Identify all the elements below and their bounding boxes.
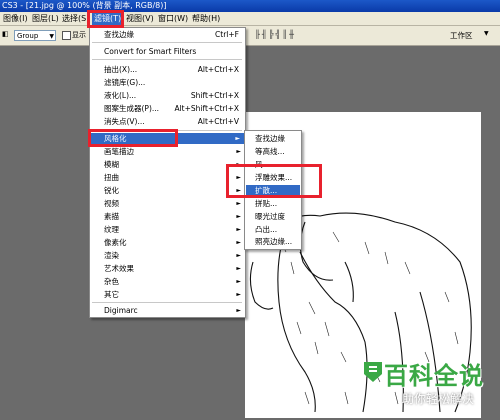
options-bar: ◧ Group ▼ 显示 ╟╢╠╣║╫ 工作区 ▼: [0, 26, 500, 46]
chevron-right-icon: ►: [236, 278, 241, 285]
watermark-subtitle: 助你轻松解决: [402, 392, 475, 406]
chevron-right-icon: ►: [236, 252, 241, 259]
menu-separator: [92, 302, 242, 303]
watermark: 百科全说 助你轻松解决: [360, 356, 500, 418]
filter-menu-item-distort[interactable]: 扭曲 ►: [90, 172, 245, 183]
annotation-box-filter-menu: [87, 10, 124, 28]
filter-menu-item-liquify[interactable]: 液化(L)... Shift+Ctrl+X: [90, 90, 245, 101]
filter-menu-item-pixelate[interactable]: 像素化 ►: [90, 237, 245, 248]
window-title-bar: CS3 - [21.jpg @ 100% (背景 副本, RGB/8)]: [0, 0, 500, 12]
filter-menu-item-brush-strokes[interactable]: 画笔描边 ►: [90, 146, 245, 157]
stylize-item-glowing-edges[interactable]: 照亮边缘...: [245, 236, 301, 247]
filter-menu-item-digimarc[interactable]: Digimarc ►: [90, 305, 245, 316]
stylize-item-solarize[interactable]: 曝光过度: [245, 211, 301, 222]
tool-icon: ◧: [2, 30, 9, 38]
window-title: CS3 - [21.jpg @ 100% (背景 副本, RGB/8)]: [2, 1, 167, 10]
stylize-item-tiles[interactable]: 拼贴...: [245, 198, 301, 209]
stylize-item-trace-contour[interactable]: 等高线...: [245, 146, 301, 157]
chevron-down-icon: ▼: [49, 33, 54, 40]
auto-select-dropdown[interactable]: Group ▼: [14, 30, 56, 41]
menu-window[interactable]: 窗口(W): [156, 13, 190, 25]
menu-separator: [92, 59, 242, 60]
filter-menu-item-convert-smart[interactable]: Convert for Smart Filters: [90, 46, 245, 57]
workspace-button[interactable]: 工作区: [450, 30, 473, 41]
menu-bar: 图像(I) 图层(L) 选择(S) 滤镜(T) 视图(V) 窗口(W) 帮助(H…: [0, 12, 500, 26]
filter-menu-item-render[interactable]: 渲染 ►: [90, 250, 245, 261]
menu-view[interactable]: 视图(V): [124, 13, 156, 25]
chevron-right-icon: ►: [236, 239, 241, 246]
stylize-item-extrude[interactable]: 凸出...: [245, 224, 301, 235]
annotation-box-diffuse: [226, 164, 322, 198]
filter-menu-item-video[interactable]: 视频 ►: [90, 198, 245, 209]
filter-menu-item-extract[interactable]: 抽出(X)... Alt+Ctrl+X: [90, 64, 245, 75]
chevron-right-icon: ►: [236, 148, 241, 155]
filter-menu-item-sharpen[interactable]: 锐化 ►: [90, 185, 245, 196]
chevron-down-icon[interactable]: ▼: [484, 30, 489, 37]
filter-menu: 查找边缘 Ctrl+F Convert for Smart Filters 抽出(…: [89, 27, 246, 318]
chevron-right-icon: ►: [236, 200, 241, 207]
filter-menu-item-artistic[interactable]: 艺术效果 ►: [90, 263, 245, 274]
menu-separator: [92, 42, 242, 43]
watermark-title: 百科全说: [384, 362, 484, 390]
show-transform-checkbox[interactable]: [62, 31, 71, 40]
chevron-right-icon: ►: [236, 307, 241, 314]
filter-menu-item-last-filter[interactable]: 查找边缘 Ctrl+F: [90, 29, 245, 40]
align-icons[interactable]: ╟╢╠╣║╫: [255, 30, 296, 39]
filter-menu-item-vanishing-point[interactable]: 消失点(V)... Alt+Ctrl+V: [90, 116, 245, 127]
filter-menu-item-texture[interactable]: 纹理 ►: [90, 224, 245, 235]
menu-help[interactable]: 帮助(H): [190, 13, 222, 25]
chevron-right-icon: ►: [236, 291, 241, 298]
chevron-right-icon: ►: [236, 226, 241, 233]
show-transform-label: 显示: [72, 31, 86, 39]
menu-image[interactable]: 图像(I): [1, 13, 30, 25]
menu-layer[interactable]: 图层(L): [30, 13, 61, 25]
filter-menu-item-noise[interactable]: 杂色 ►: [90, 276, 245, 287]
filter-menu-item-blur[interactable]: 模糊 ►: [90, 159, 245, 170]
annotation-box-stylize: [88, 129, 178, 147]
filter-menu-item-sketch[interactable]: 素描 ►: [90, 211, 245, 222]
filter-menu-item-filter-gallery[interactable]: 滤镜库(G)...: [90, 77, 245, 88]
filter-menu-item-pattern-maker[interactable]: 图案生成器(P)... Alt+Shift+Ctrl+X: [90, 103, 245, 114]
filter-menu-item-other[interactable]: 其它 ►: [90, 289, 245, 300]
chevron-right-icon: ►: [236, 213, 241, 220]
chevron-right-icon: ►: [236, 265, 241, 272]
chevron-right-icon: ►: [235, 135, 240, 142]
auto-select-value: Group: [17, 32, 39, 40]
watermark-logo-icon: [364, 362, 382, 382]
stylize-item-find-edges[interactable]: 查找边缘: [245, 133, 301, 144]
